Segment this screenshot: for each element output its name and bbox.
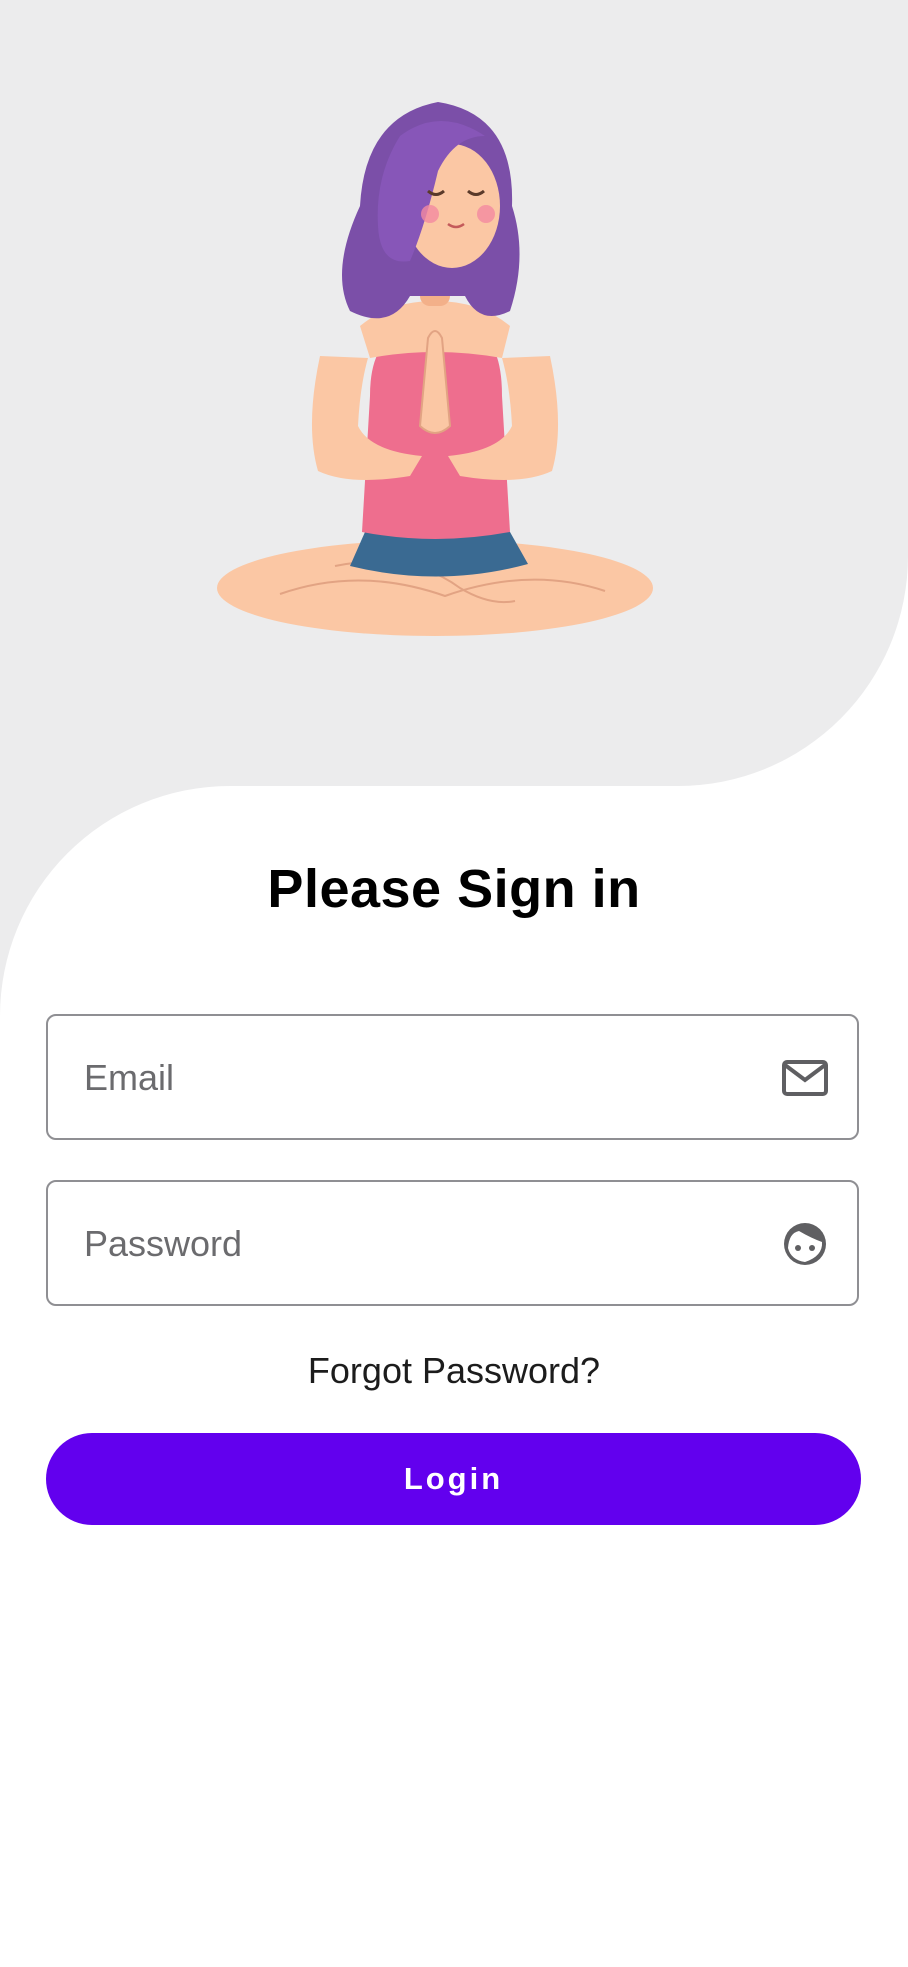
login-button[interactable]: Login <box>46 1433 861 1525</box>
mail-icon <box>782 1060 828 1096</box>
email-field[interactable] <box>46 1014 859 1140</box>
forgot-password-link[interactable]: Forgot Password? <box>0 1350 908 1392</box>
page-title: Please Sign in <box>267 859 641 919</box>
password-field[interactable] <box>46 1180 859 1306</box>
email-input[interactable] <box>82 1016 766 1140</box>
password-input[interactable] <box>82 1182 766 1306</box>
login-screen: Please Sign in Forgot Password? Login <box>0 0 908 1967</box>
yoga-woman-illustration <box>217 102 653 636</box>
face-icon[interactable] <box>781 1220 829 1268</box>
